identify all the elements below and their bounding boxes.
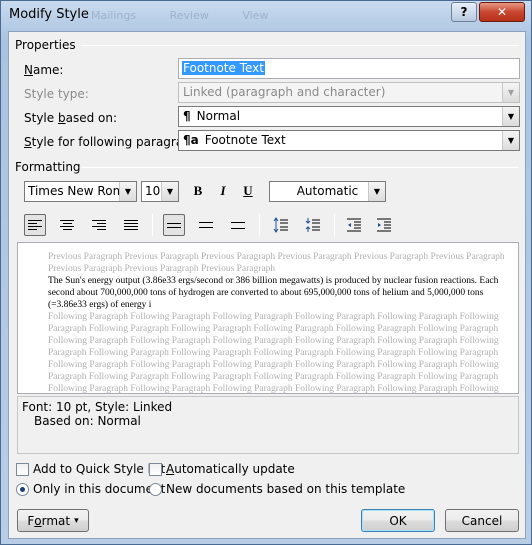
align-center-icon — [60, 220, 74, 230]
close-button[interactable]: ✕ — [479, 2, 525, 22]
style-type-label: Style type: — [24, 87, 89, 101]
properties-divider — [81, 45, 519, 46]
formatting-divider — [81, 167, 519, 168]
chevron-down-icon: ▼ — [502, 131, 519, 150]
dialog-title: Modify Style — [9, 7, 89, 22]
underline-button[interactable]: U — [237, 180, 259, 202]
name-label: Name: — [24, 63, 64, 77]
font-size-dropdown[interactable]: 10 ▼ — [141, 181, 179, 202]
increase-indent-icon — [377, 218, 391, 232]
one-half-spacing-icon — [199, 222, 213, 228]
italic-button[interactable]: I — [212, 180, 234, 202]
increase-paragraph-spacing-button[interactable] — [270, 214, 292, 236]
decrease-spacing-icon — [305, 218, 320, 232]
format-menu-button[interactable]: Fo rmat ▾ — [17, 509, 89, 532]
increase-indent-button[interactable] — [373, 214, 395, 236]
ghost-tab: Review — [169, 9, 209, 22]
font-name-dropdown[interactable]: Times New Roman ▼ — [24, 181, 137, 202]
toolbar-separator — [259, 214, 260, 236]
font-size-value: 10 — [145, 184, 161, 198]
ok-button[interactable]: OK — [361, 509, 435, 532]
previous-paragraph-sample: Previous Paragraph Previous Paragraph Pr… — [48, 252, 505, 274]
cancel-button[interactable]: Cancel — [445, 509, 519, 532]
chevron-down-icon: ▼ — [368, 182, 385, 201]
style-description: Font: 10 pt, Style: Linked Based on: Nor… — [17, 396, 519, 454]
align-right-button[interactable] — [88, 214, 110, 236]
align-right-icon — [92, 220, 106, 230]
properties-section-label: Properties — [15, 38, 76, 52]
description-font-line: Font: 10 pt, Style: Linked — [22, 400, 173, 414]
decrease-indent-button[interactable] — [343, 214, 365, 236]
chevron-down-icon: ▼ — [119, 182, 136, 201]
formatting-section-label: Formatting — [15, 160, 81, 174]
style-type-dropdown[interactable]: Linked (paragraph and character) ▼ — [178, 82, 520, 103]
following-style-label: Style for following paragraph: — [24, 135, 203, 149]
chevron-down-icon: ▼ — [502, 107, 519, 126]
following-paragraph-sample: Following Paragraph Following Paragraph … — [48, 312, 499, 394]
single-spacing-button[interactable] — [163, 214, 185, 236]
style-sample-text: The Sun's energy output (3.86e33 ergs/se… — [48, 276, 499, 310]
align-center-button[interactable] — [56, 214, 78, 236]
based-on-value: Normal — [196, 109, 241, 123]
bold-button[interactable]: B — [187, 180, 209, 202]
justify-button[interactable] — [120, 214, 142, 236]
align-left-button[interactable] — [24, 214, 46, 236]
linked-style-icon: ¶a — [183, 133, 199, 147]
decrease-indent-icon — [347, 218, 361, 232]
add-quick-style-label[interactable]: Add to Quick Style list — [33, 462, 165, 476]
based-on-dropdown[interactable]: ¶ Normal ▼ — [178, 106, 520, 127]
modify-style-dialog: Modify Style Mailings Review View ? ✕ Pr… — [0, 0, 532, 545]
name-value: Footnote Text — [182, 61, 265, 75]
double-spacing-icon — [231, 221, 245, 229]
description-based-on-line: Based on: Normal — [34, 414, 141, 428]
background-ribbon-tabs: Mailings Review View — [91, 9, 298, 22]
toolbar-separator — [152, 214, 153, 236]
justify-icon — [124, 220, 138, 230]
auto-update-checkbox[interactable] — [149, 463, 162, 476]
decrease-paragraph-spacing-button[interactable] — [302, 214, 324, 236]
dialog-body: Properties Name: Footnote Text Style typ… — [8, 31, 526, 539]
add-quick-style-checkbox[interactable] — [16, 463, 29, 476]
one-half-spacing-button[interactable] — [195, 214, 217, 236]
name-input[interactable]: Footnote Text — [178, 58, 520, 79]
single-spacing-icon — [167, 222, 181, 228]
based-on-label: Style based on: — [24, 111, 118, 125]
font-color-dropdown[interactable]: Automatic ▼ — [269, 181, 386, 202]
only-document-radio[interactable] — [16, 483, 29, 496]
paragraph-style-icon: ¶ — [183, 109, 191, 123]
ghost-tab: Mailings — [91, 9, 137, 22]
new-documents-radio[interactable] — [149, 483, 162, 496]
style-preview-pane: Previous Paragraph Previous Paragraph Pr… — [17, 242, 519, 394]
double-spacing-button[interactable] — [227, 214, 249, 236]
align-left-icon — [28, 220, 42, 230]
increase-spacing-icon — [273, 217, 288, 233]
ghost-tab: View — [242, 9, 269, 22]
style-type-value: Linked (paragraph and character) — [183, 85, 386, 99]
help-button[interactable]: ? — [451, 2, 477, 22]
toolbar-separator — [334, 214, 335, 236]
chevron-down-icon: ▼ — [502, 83, 519, 102]
auto-update-label[interactable]: Automatically update — [166, 462, 295, 476]
font-color-value: Automatic — [296, 184, 359, 198]
following-style-value: Footnote Text — [204, 133, 286, 147]
dropdown-arrow-icon: ▾ — [74, 515, 79, 526]
following-style-dropdown[interactable]: ¶a Footnote Text ▼ — [178, 130, 520, 151]
new-documents-label[interactable]: New documents based on this template — [166, 482, 405, 496]
only-document-label[interactable]: Only in this document — [33, 482, 165, 496]
chevron-down-icon: ▼ — [161, 182, 178, 201]
